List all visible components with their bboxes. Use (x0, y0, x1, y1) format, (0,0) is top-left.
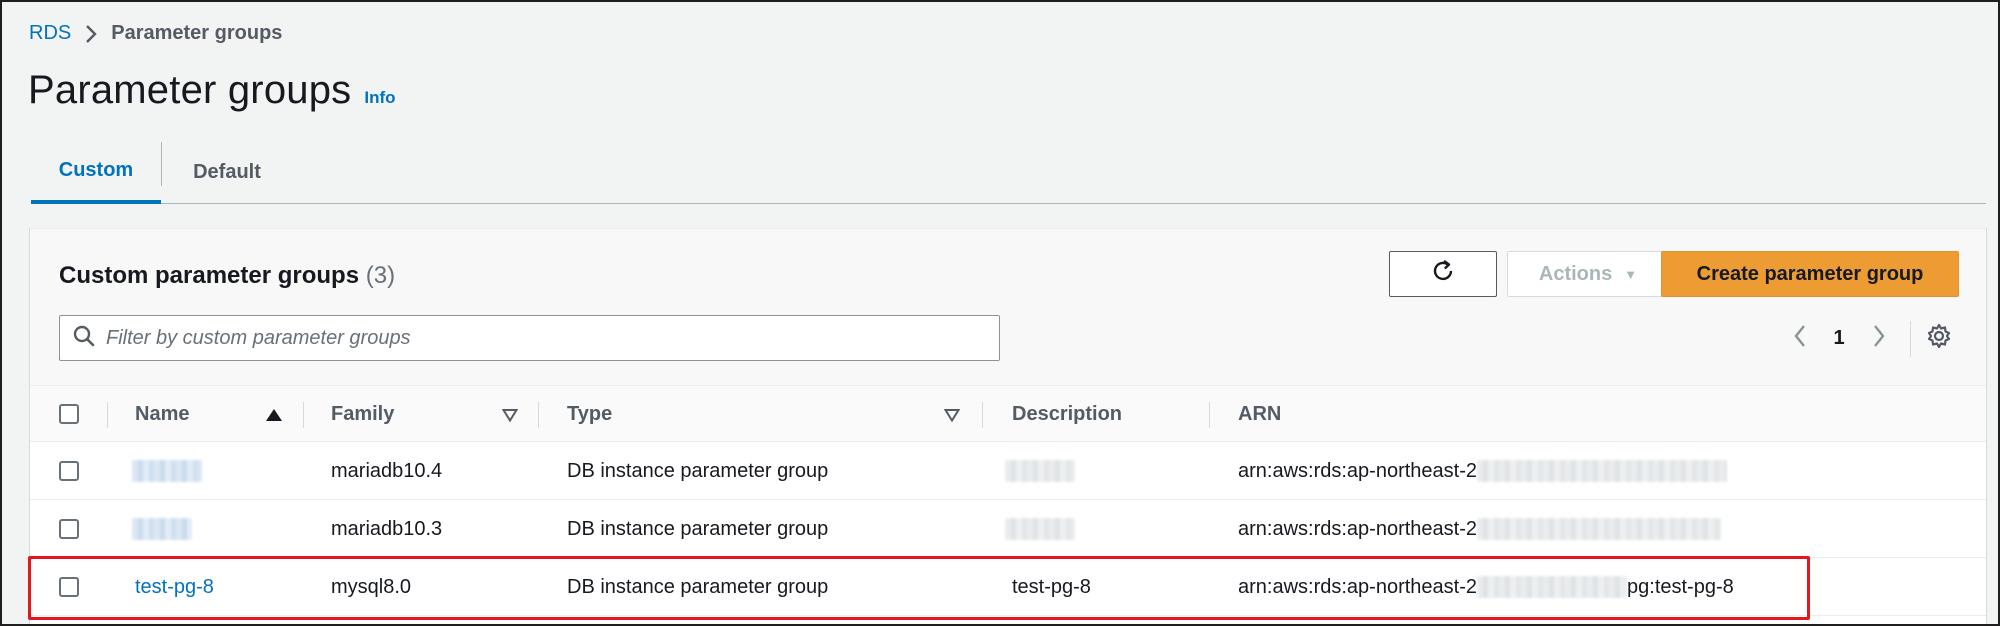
panel-title-text: Custom parameter groups (59, 262, 360, 289)
panel-count: (3) (365, 262, 396, 289)
table-header: Name Family Type Description ARN (30, 385, 1986, 442)
column-header-arn[interactable]: ARN (1238, 386, 1281, 443)
page-header: Parameter groups Info (28, 68, 396, 113)
refresh-button[interactable] (1389, 251, 1497, 297)
column-separator (107, 402, 108, 428)
column-header-description[interactable]: Description (1012, 386, 1122, 443)
chevron-right-icon (1872, 324, 1886, 353)
column-separator (303, 402, 304, 428)
search-box (59, 315, 1000, 361)
info-link[interactable]: Info (364, 88, 395, 108)
row-description (1005, 442, 1075, 500)
row-checkbox[interactable] (59, 461, 79, 481)
search-icon (72, 324, 96, 353)
table-row[interactable]: test-pg-8 mysql8.0 DB instance parameter… (30, 558, 1986, 616)
breadcrumb-rds-link[interactable]: RDS (29, 22, 71, 45)
chevron-right-icon (85, 24, 97, 44)
panel-header: Custom parameter groups (3) Actions ▼ Cr… (30, 228, 1986, 385)
column-separator (538, 402, 539, 428)
tab-bar: Custom Default (31, 140, 1986, 204)
sort-toggle-icon[interactable] (502, 386, 518, 443)
row-type: DB instance parameter group (567, 517, 829, 540)
column-header-type[interactable]: Type (567, 386, 612, 443)
page-number[interactable]: 1 (1827, 315, 1851, 361)
column-separator (1209, 402, 1210, 428)
row-name-link[interactable] (132, 500, 192, 558)
tab-default[interactable]: Default (162, 140, 292, 204)
redacted-arn (1477, 460, 1728, 482)
page-title: Parameter groups (28, 68, 352, 112)
pager-divider (1910, 321, 1911, 357)
row-family: mariadb10.3 (331, 517, 443, 540)
create-parameter-group-button[interactable]: Create parameter group (1661, 251, 1959, 297)
row-arn: arn:aws:rds:ap-northeast-2 (1238, 500, 1722, 558)
row-arn-prefix: arn:aws:rds:ap-northeast-2 (1238, 575, 1478, 598)
row-arn-suffix: pg:test-pg-8 (1627, 575, 1734, 598)
row-arn-prefix: arn:aws:rds:ap-northeast-2 (1238, 459, 1478, 482)
redacted-arn (1477, 576, 1628, 598)
row-family: mariadb10.4 (331, 459, 443, 482)
actions-dropdown-button[interactable]: Actions ▼ (1507, 251, 1669, 297)
preferences-button[interactable] (1922, 315, 1956, 361)
refresh-icon (1430, 258, 1456, 290)
column-separator (982, 402, 983, 428)
custom-parameter-groups-panel: Custom parameter groups (3) Actions ▼ Cr… (29, 228, 1987, 624)
redacted-description (1005, 460, 1075, 482)
redacted-description (1005, 518, 1075, 540)
sort-ascending-icon[interactable] (265, 386, 283, 443)
row-description (1005, 500, 1075, 558)
row-arn: arn:aws:rds:ap-northeast-2 pg:test-pg-8 (1238, 558, 1734, 616)
previous-page-button[interactable] (1785, 315, 1815, 361)
panel-title: Custom parameter groups (3) (59, 262, 395, 290)
row-checkbox[interactable] (59, 519, 79, 539)
actions-label: Actions (1538, 262, 1613, 285)
search-input[interactable] (106, 326, 999, 350)
column-header-family[interactable]: Family (331, 386, 394, 443)
table-row[interactable]: mariadb10.4 DB instance parameter group … (30, 442, 1986, 500)
row-family: mysql8.0 (331, 575, 412, 598)
breadcrumb-current: Parameter groups (111, 22, 283, 44)
gear-icon (1926, 323, 1952, 354)
row-arn: arn:aws:rds:ap-northeast-2 (1238, 442, 1728, 500)
row-checkbox[interactable] (59, 577, 79, 597)
next-page-button[interactable] (1864, 315, 1894, 361)
sort-toggle-icon[interactable] (944, 386, 960, 443)
breadcrumb: RDS Parameter groups (29, 22, 282, 45)
select-all-checkbox[interactable] (59, 404, 79, 424)
column-header-name[interactable]: Name (135, 386, 189, 443)
chevron-left-icon (1793, 324, 1807, 353)
row-type: DB instance parameter group (567, 575, 829, 598)
redacted-name (132, 518, 192, 540)
row-type: DB instance parameter group (567, 459, 829, 482)
row-description: test-pg-8 (1012, 575, 1091, 598)
table-row[interactable]: mariadb10.3 DB instance parameter group … (30, 500, 1986, 558)
parameter-groups-table: Name Family Type Description ARN mariadb… (30, 385, 1986, 616)
caret-down-icon: ▼ (1624, 266, 1638, 282)
row-name-link[interactable]: test-pg-8 (135, 558, 214, 616)
redacted-name (132, 460, 202, 482)
row-name-link[interactable] (132, 442, 202, 500)
row-arn-prefix: arn:aws:rds:ap-northeast-2 (1238, 517, 1478, 540)
redacted-arn (1477, 518, 1722, 540)
tab-custom[interactable]: Custom (31, 140, 161, 204)
